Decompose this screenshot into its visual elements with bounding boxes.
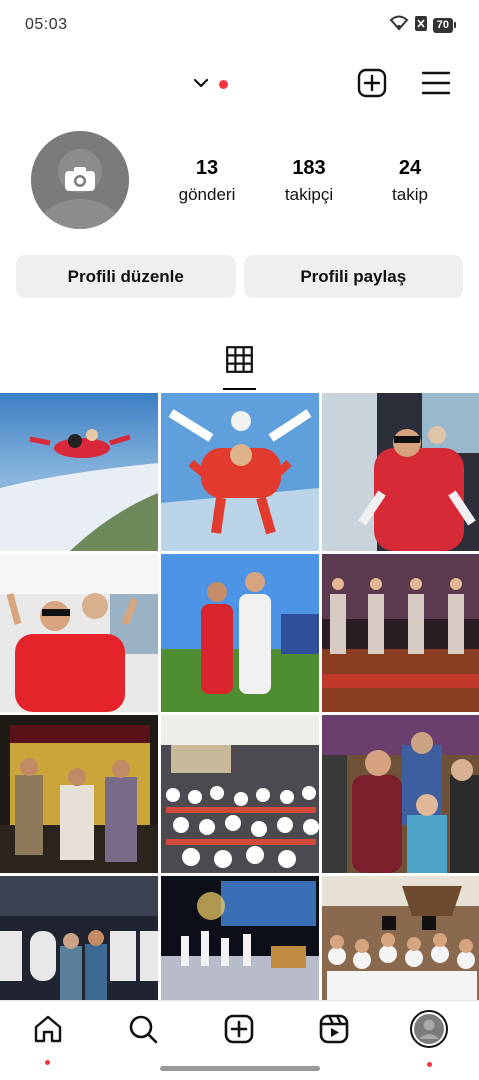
- posts-count-label: gönderi: [178, 185, 236, 204]
- profile-avatar-icon: [410, 1009, 448, 1053]
- post-thumbnail[interactable]: [161, 715, 319, 873]
- home-notification-dot: [45, 1060, 50, 1065]
- menu-button[interactable]: [419, 68, 453, 102]
- edit-profile-button[interactable]: Profili düzenle: [16, 255, 236, 298]
- post-thumbnail[interactable]: [161, 554, 319, 712]
- following-count-value: 24: [398, 157, 422, 179]
- nav-profile-button[interactable]: [410, 1009, 448, 1067]
- posts-grid: [0, 393, 479, 1002]
- followers-count-value: 183: [292, 157, 326, 179]
- post-thumbnail[interactable]: [0, 554, 158, 712]
- tab-posts-grid[interactable]: [223, 330, 256, 390]
- nav-reels-button[interactable]: [316, 1013, 352, 1049]
- post-thumbnail[interactable]: [322, 554, 479, 712]
- reels-icon: [318, 1013, 350, 1050]
- home-icon: [32, 1013, 64, 1050]
- camera-icon: [64, 166, 96, 197]
- profile-notification-dot: [427, 1062, 432, 1067]
- nav-home-button[interactable]: [30, 1013, 66, 1065]
- profile-avatar[interactable]: [31, 131, 129, 229]
- chevron-down-icon: [193, 75, 209, 93]
- create-post-button[interactable]: [355, 68, 389, 102]
- posts-count[interactable]: 13 gönderi: [162, 157, 252, 205]
- profile-header: [0, 60, 479, 110]
- grid-icon: [226, 346, 253, 378]
- nav-search-button[interactable]: [125, 1013, 161, 1049]
- post-thumbnail[interactable]: [322, 876, 479, 1002]
- post-thumbnail[interactable]: [0, 393, 158, 551]
- following-count-label: takip: [392, 185, 428, 204]
- post-thumbnail[interactable]: [0, 876, 158, 1002]
- post-thumbnail[interactable]: [322, 393, 479, 551]
- post-thumbnail[interactable]: [322, 715, 479, 873]
- active-tab-indicator: [223, 388, 256, 390]
- hamburger-menu-icon: [421, 70, 451, 101]
- followers-count-label: takipçi: [284, 185, 334, 204]
- plus-square-icon: [357, 68, 387, 103]
- profile-actions: Profili düzenle Profili paylaş: [16, 255, 463, 298]
- notification-dot: [219, 79, 228, 89]
- wifi-icon: [389, 15, 409, 36]
- battery-icon: 70: [432, 18, 457, 33]
- plus-square-icon: [223, 1013, 255, 1050]
- search-icon: [127, 1013, 159, 1050]
- no-sim-icon: [414, 15, 427, 36]
- post-thumbnail[interactable]: [161, 876, 319, 1002]
- post-thumbnail[interactable]: [161, 393, 319, 551]
- following-count[interactable]: 24 takip: [365, 157, 455, 205]
- post-thumbnail[interactable]: [0, 715, 158, 873]
- nav-create-button[interactable]: [221, 1013, 257, 1049]
- status-bar: 05:03 70: [0, 0, 479, 50]
- posts-count-value: 13: [195, 157, 219, 179]
- home-indicator-bar: [160, 1066, 320, 1071]
- status-time: 05:03: [25, 16, 68, 33]
- followers-count[interactable]: 183 takipçi: [264, 157, 354, 205]
- account-switcher[interactable]: [193, 75, 228, 93]
- share-profile-button[interactable]: Profili paylaş: [243, 255, 463, 298]
- status-icons: 70: [389, 15, 457, 36]
